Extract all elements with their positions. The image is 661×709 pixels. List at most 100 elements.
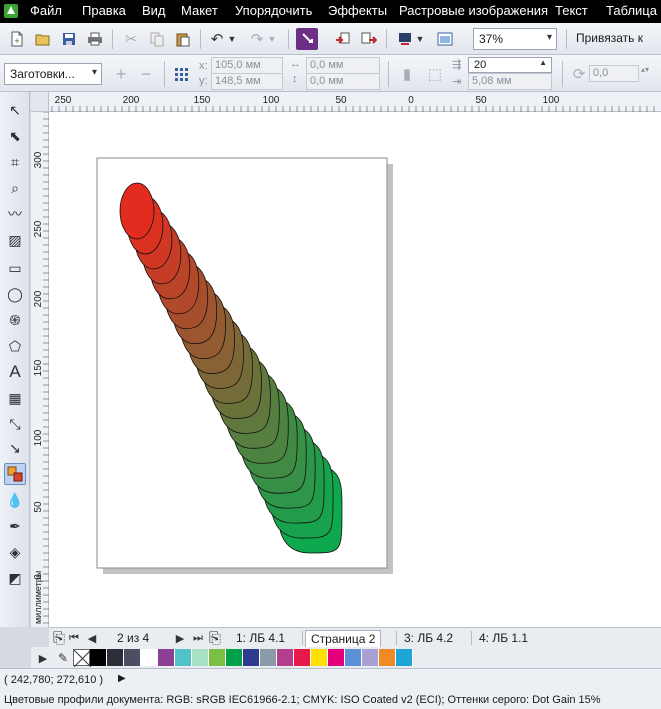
blend-object-icon[interactable]: ⬚ xyxy=(424,63,446,85)
color-swatch[interactable] xyxy=(362,649,379,666)
menu-item-4[interactable]: Упорядочить xyxy=(235,3,312,18)
blend-tool-icon[interactable] xyxy=(4,463,26,485)
color-swatch[interactable] xyxy=(141,649,158,666)
drawing-canvas[interactable] xyxy=(49,112,661,627)
color-swatch[interactable] xyxy=(175,649,192,666)
color-swatch[interactable] xyxy=(379,649,396,666)
page-tab-4[interactable]: 4: ЛБ 1.1 xyxy=(474,630,533,647)
blend-spacing-field[interactable]: 5,08 мм xyxy=(468,73,552,90)
vertical-ruler[interactable]: 300 250 200 150 100 50 0 миллиметры xyxy=(31,111,49,627)
color-swatch[interactable] xyxy=(192,649,209,666)
interactive-fill-tool-icon[interactable]: ◩ xyxy=(4,567,26,589)
blend-direction-icon[interactable]: ⟳ xyxy=(568,63,590,85)
lock-ratio-icon[interactable]: ▮ xyxy=(396,63,418,85)
color-swatch[interactable] xyxy=(277,649,294,666)
color-swatch[interactable] xyxy=(260,649,277,666)
zoom-tool-icon[interactable]: ⌕ xyxy=(4,177,26,199)
menu-item-5[interactable]: Эффекты xyxy=(328,3,387,18)
color-swatch[interactable] xyxy=(107,649,124,666)
outline-tool-icon[interactable]: ✒ xyxy=(4,515,26,537)
add-page-before-icon[interactable]: ⎘ xyxy=(51,627,67,649)
color-swatch[interactable] xyxy=(345,649,362,666)
pick-tool-icon[interactable]: ↖ xyxy=(4,99,26,121)
blend-rotation-field[interactable]: 0,0 xyxy=(589,65,639,82)
freehand-tool-icon[interactable]: 〰 xyxy=(4,203,26,225)
color-swatch[interactable] xyxy=(209,649,226,666)
expand-status-icon[interactable]: ▶ xyxy=(118,673,126,684)
color-eyedropper-icon[interactable]: ✎ xyxy=(55,647,71,669)
basic-shapes-tool-icon[interactable]: ⬠ xyxy=(4,335,26,357)
print-icon[interactable] xyxy=(84,28,106,50)
add-page-after-icon[interactable]: ⎘ xyxy=(207,627,223,649)
menu-item-3[interactable]: Макет xyxy=(181,3,218,18)
dimension-tool-icon[interactable]: ⤡ xyxy=(4,413,26,435)
color-swatch[interactable] xyxy=(396,649,413,666)
color-swatch[interactable] xyxy=(311,649,328,666)
paste-icon[interactable] xyxy=(172,28,194,50)
connector-tool-icon[interactable]: ↘ xyxy=(4,437,26,459)
menu-item-6[interactable]: Растровые изображения xyxy=(399,3,548,18)
welcome-screen-icon[interactable] xyxy=(434,28,456,50)
color-profile-info[interactable]: Цветовые профили документа: RGB: sRGB IE… xyxy=(4,694,601,706)
redo-dropdown-icon[interactable]: ▼ xyxy=(266,28,278,50)
spinner-icon[interactable]: ▴▾ xyxy=(641,65,649,74)
menu-item-8[interactable]: Таблица xyxy=(606,3,657,18)
width-field[interactable]: 0,0 мм xyxy=(306,57,380,74)
menu-item-7[interactable]: Текст xyxy=(555,3,588,18)
open-folder-icon[interactable] xyxy=(32,28,54,50)
menu-item-2[interactable]: Вид xyxy=(142,3,166,18)
snap-to-button[interactable]: Привязать к xyxy=(576,31,643,45)
preset-select[interactable]: Заготовки... ▾ xyxy=(4,63,102,85)
app-icon[interactable] xyxy=(3,3,19,19)
color-swatch[interactable] xyxy=(294,649,311,666)
color-swatch[interactable] xyxy=(90,649,107,666)
smart-fill-tool-icon[interactable]: ▨ xyxy=(4,229,26,251)
redo-icon[interactable]: ↷ xyxy=(246,28,268,50)
launcher-dropdown-icon[interactable]: ▼ xyxy=(414,28,426,50)
color-swatch[interactable] xyxy=(243,649,260,666)
copy-icon[interactable] xyxy=(146,28,168,50)
spiral-tool-icon[interactable]: ֍ xyxy=(4,309,26,331)
undo-icon[interactable]: ↶ xyxy=(206,28,228,50)
ruler-origin-corner[interactable] xyxy=(31,92,49,112)
application-launcher-icon[interactable] xyxy=(394,28,416,50)
shape-tool-icon[interactable]: ⬉ xyxy=(4,125,26,147)
first-page-icon[interactable]: ⏮ xyxy=(67,627,81,649)
menu-item-1[interactable]: Правка xyxy=(82,3,126,18)
previous-page-icon[interactable]: ◀ xyxy=(85,627,99,649)
crop-tool-icon[interactable]: ⌗ xyxy=(4,151,26,173)
x-position-field[interactable]: 105,0 мм xyxy=(211,57,283,74)
no-color-swatch[interactable] xyxy=(73,649,92,668)
next-page-icon[interactable]: ▶ xyxy=(173,627,187,649)
page-tab-2[interactable]: Страница 2 xyxy=(305,630,382,647)
horizontal-ruler[interactable]: 250 200 150 100 50 0 50 100 xyxy=(30,92,661,112)
menu-item-0[interactable]: Файл xyxy=(30,3,62,18)
zoom-level-select[interactable]: 37% ▾ xyxy=(473,28,557,50)
cut-icon[interactable]: ✂ xyxy=(120,28,142,50)
color-swatch[interactable] xyxy=(158,649,175,666)
object-origin-icon[interactable] xyxy=(170,63,192,85)
text-tool-icon[interactable]: A xyxy=(4,361,26,383)
color-swatch[interactable] xyxy=(226,649,243,666)
remove-preset-icon[interactable]: − xyxy=(135,63,157,85)
page-tab-3[interactable]: 3: ЛБ 4.2 xyxy=(399,630,458,647)
rectangle-tool-icon[interactable]: ▭ xyxy=(4,257,26,279)
export-icon[interactable] xyxy=(358,28,380,50)
new-document-icon[interactable]: + xyxy=(6,28,28,50)
blend-steps-field[interactable]: 20 ▲ xyxy=(468,57,552,73)
add-preset-icon[interactable]: + xyxy=(110,63,132,85)
undo-dropdown-icon[interactable]: ▼ xyxy=(226,28,238,50)
fill-tool-icon[interactable]: ◈ xyxy=(4,541,26,563)
table-tool-icon[interactable]: ▦ xyxy=(4,387,26,409)
import-icon[interactable] xyxy=(332,28,354,50)
last-page-icon[interactable]: ⏭ xyxy=(191,627,205,649)
height-field[interactable]: 0,0 мм xyxy=(306,73,380,90)
search-content-icon[interactable] xyxy=(296,28,318,50)
save-icon[interactable] xyxy=(58,28,80,50)
eyedropper-tool-icon[interactable]: 💧 xyxy=(4,489,26,511)
palette-scroll-icon[interactable]: ▶ xyxy=(35,647,51,669)
y-position-field[interactable]: 148,5 мм xyxy=(211,73,283,90)
ellipse-tool-icon[interactable]: ◯ xyxy=(4,283,26,305)
page-tab-1[interactable]: 1: ЛБ 4.1 xyxy=(231,630,290,647)
color-swatch[interactable] xyxy=(328,649,345,666)
